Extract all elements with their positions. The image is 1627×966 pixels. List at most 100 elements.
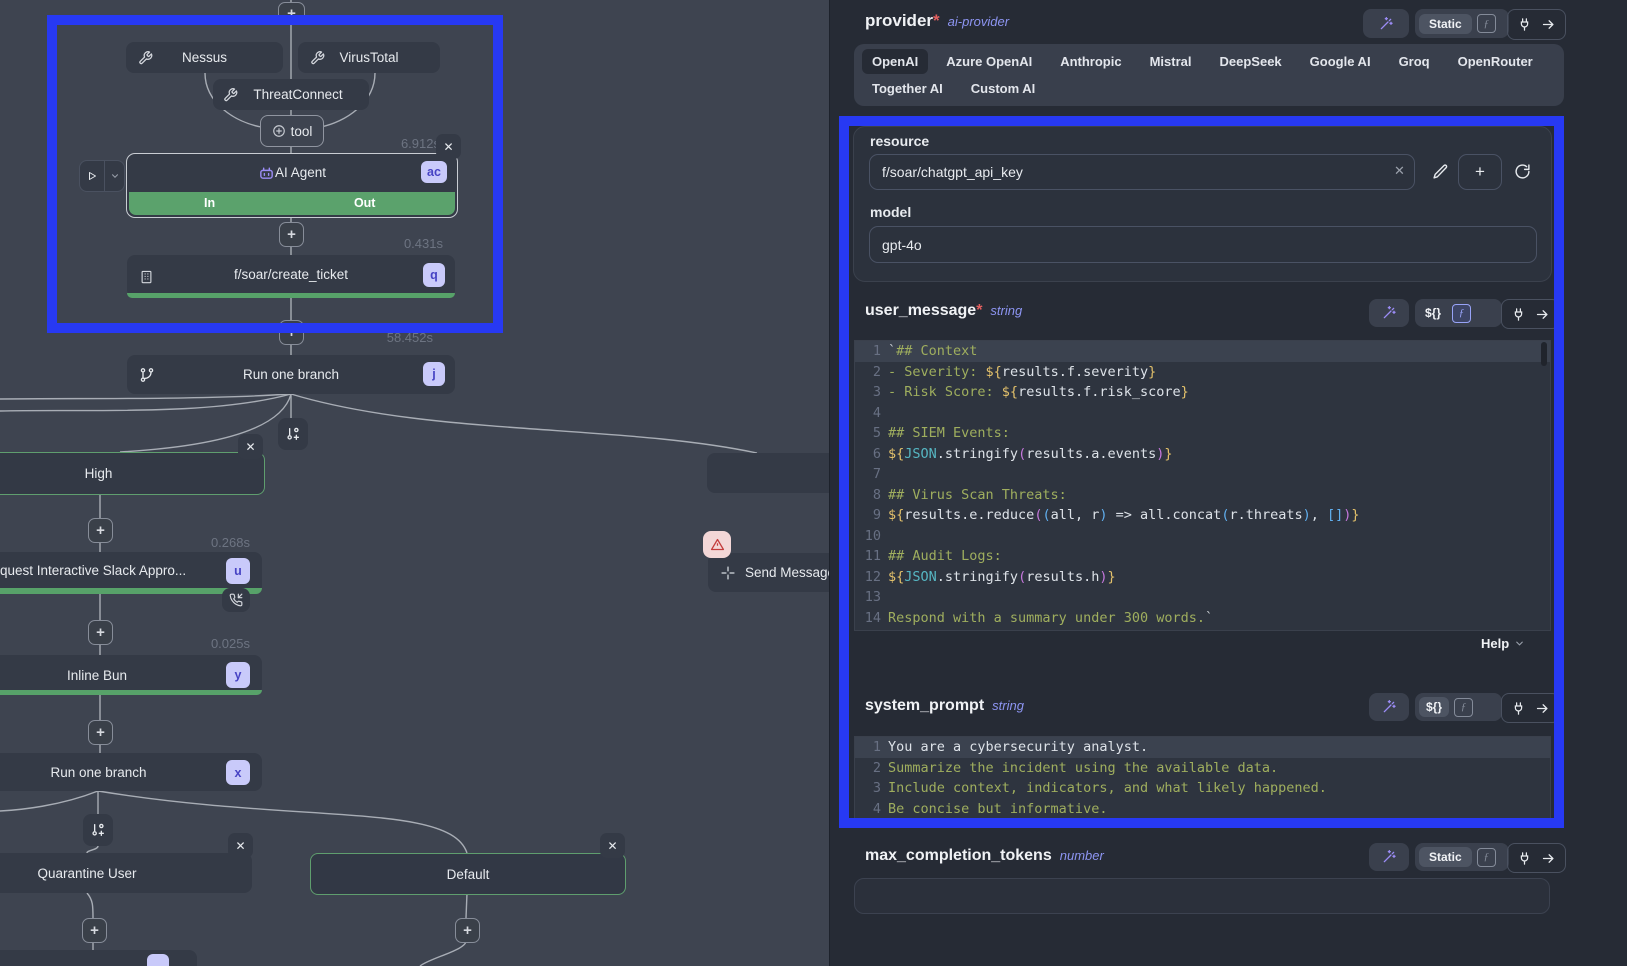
add-node-handle[interactable]: +: [82, 918, 107, 943]
ai-autofill-button[interactable]: [1369, 299, 1409, 327]
arrow-right-icon[interactable]: [1535, 307, 1550, 322]
node-high-branch[interactable]: High: [0, 452, 265, 495]
agent-out-label[interactable]: Out: [354, 196, 376, 210]
provider-tab-openrouter[interactable]: OpenRouter: [1448, 49, 1543, 74]
agent-io-bar: In Out: [129, 192, 455, 215]
close-icon[interactable]: ✕: [228, 833, 253, 858]
node-label: quest Interactive Slack Appro...: [0, 563, 186, 578]
run-options-button[interactable]: [105, 161, 124, 191]
mode-static-label[interactable]: Static: [1419, 14, 1472, 34]
function-mode-icon[interactable]: ƒ: [1477, 14, 1496, 33]
add-node-handle[interactable]: +: [278, 2, 305, 25]
code-line: 14Respond with a summary under 300 words…: [855, 608, 1550, 629]
arrow-right-icon[interactable]: [1541, 851, 1556, 866]
mode-toggle-system-prompt[interactable]: ${} ƒ: [1415, 693, 1502, 721]
scrollbar-thumb[interactable]: [1541, 342, 1547, 366]
provider-tab-openai[interactable]: OpenAI: [862, 49, 928, 74]
node-inline-bun[interactable]: Inline Bun y: [0, 655, 262, 695]
arrow-right-icon[interactable]: [1541, 17, 1556, 32]
plug-icon[interactable]: [1511, 701, 1526, 716]
add-node-handle[interactable]: +: [279, 222, 304, 247]
close-icon[interactable]: ✕: [600, 833, 625, 858]
node-nessus[interactable]: Nessus: [126, 42, 283, 73]
mode-static-label[interactable]: Static: [1419, 847, 1472, 867]
mode-toggle-max-tokens[interactable]: Static ƒ: [1415, 843, 1509, 871]
system-prompt-editor[interactable]: 1You are a cybersecurity analyst.2Summar…: [854, 736, 1551, 822]
arrow-right-icon[interactable]: [1535, 701, 1550, 716]
node-virustotal[interactable]: VirusTotal: [298, 42, 440, 73]
mode-toggle-provider[interactable]: Static ƒ: [1415, 9, 1509, 38]
provider-tab-mistral[interactable]: Mistral: [1140, 49, 1202, 74]
tool-pill[interactable]: tool: [260, 115, 324, 147]
node-ai-agent[interactable]: AI Agent ac In Out: [126, 153, 458, 218]
mode-toggle-user-message[interactable]: ${} ƒ: [1415, 299, 1502, 327]
close-icon[interactable]: ✕: [436, 134, 461, 159]
git-branch-plus-icon: [285, 426, 301, 442]
wand-icon: [1381, 305, 1397, 321]
add-node-handle[interactable]: +: [88, 620, 113, 645]
node-default-branch[interactable]: Default: [310, 853, 626, 895]
expression-mode-label[interactable]: ${}: [1419, 306, 1447, 320]
agent-in-label[interactable]: In: [204, 196, 215, 210]
add-node-handle[interactable]: +: [279, 320, 304, 345]
add-resource-button[interactable]: +: [1458, 154, 1502, 190]
close-icon[interactable]: ✕: [238, 434, 263, 459]
provider-tab-azure-openai[interactable]: Azure OpenAI: [936, 49, 1042, 74]
max-tokens-input[interactable]: [854, 878, 1550, 914]
line-number: 5: [855, 423, 888, 444]
play-button[interactable]: [80, 161, 105, 191]
ai-autofill-button[interactable]: [1369, 843, 1409, 871]
node-label: f/soar/create_ticket: [234, 267, 348, 282]
slack-icon: [720, 565, 736, 581]
add-branch-button[interactable]: [278, 418, 308, 450]
refresh-icon[interactable]: [1514, 163, 1531, 180]
add-node-handle[interactable]: +: [455, 918, 480, 943]
interaction-button[interactable]: [222, 588, 250, 612]
node-create-ticket[interactable]: f/soar/create_ticket q: [127, 255, 455, 298]
provider-tab-google-ai[interactable]: Google AI: [1300, 49, 1381, 74]
node-quarantine-user[interactable]: Quarantine User: [0, 853, 252, 893]
ai-autofill-button[interactable]: [1369, 693, 1409, 721]
ai-autofill-button[interactable]: [1363, 9, 1409, 38]
field-type: string: [990, 303, 1022, 318]
function-mode-icon[interactable]: ƒ: [1477, 848, 1496, 867]
duration-label: 6.912s: [340, 136, 440, 151]
node-threatconnect[interactable]: ThreatConnect: [213, 79, 369, 110]
edit-pencil-icon[interactable]: [1432, 163, 1449, 180]
node-label: Default: [447, 867, 490, 882]
code-line: 2Summarize the incident using the availa…: [855, 758, 1550, 779]
user-message-editor[interactable]: 1`## Context2- Severity: ${results.f.sev…: [854, 340, 1551, 631]
building-icon: [139, 268, 154, 285]
node-label: Nessus: [182, 50, 227, 65]
node-send-message[interactable]: Send Message: [708, 553, 829, 592]
node-run-one-branch-top[interactable]: Run one branch j: [127, 355, 455, 394]
plug-icon[interactable]: [1517, 17, 1532, 32]
expression-mode-label[interactable]: ${}: [1419, 697, 1449, 717]
provider-tab-together-ai[interactable]: Together AI: [862, 76, 953, 101]
provider-tab-groq[interactable]: Groq: [1389, 49, 1440, 74]
provider-tab-anthropic[interactable]: Anthropic: [1050, 49, 1131, 74]
shortcut-badge: [147, 954, 169, 966]
provider-tab-deepseek[interactable]: DeepSeek: [1210, 49, 1292, 74]
wrench-icon: [310, 50, 325, 65]
node-partial-right[interactable]: [707, 453, 829, 493]
required-asterisk: *: [976, 302, 982, 319]
resource-card: resource ✕ + model: [853, 126, 1552, 282]
add-node-handle[interactable]: +: [88, 720, 113, 745]
add-branch-button[interactable]: [83, 814, 113, 846]
node-partial-bottom[interactable]: [0, 950, 197, 966]
node-slack-approval[interactable]: quest Interactive Slack Appro... u: [0, 552, 262, 594]
add-node-handle[interactable]: +: [88, 518, 113, 543]
resource-input[interactable]: [869, 154, 1415, 190]
function-mode-icon[interactable]: ƒ: [1452, 304, 1471, 323]
clear-icon[interactable]: ✕: [1394, 163, 1405, 179]
line-number: 8: [855, 485, 888, 506]
provider-tab-custom-ai[interactable]: Custom AI: [961, 76, 1046, 101]
function-mode-icon[interactable]: ƒ: [1454, 698, 1473, 717]
model-input[interactable]: [869, 226, 1537, 263]
plug-icon[interactable]: [1517, 851, 1532, 866]
node-run-one-branch-bottom[interactable]: Run one branch x: [0, 753, 262, 791]
plug-icon[interactable]: [1511, 307, 1526, 322]
workflow-canvas[interactable]: + Nessus VirusTotal ThreatConnect: [0, 0, 829, 966]
help-button[interactable]: Help: [1481, 636, 1525, 651]
